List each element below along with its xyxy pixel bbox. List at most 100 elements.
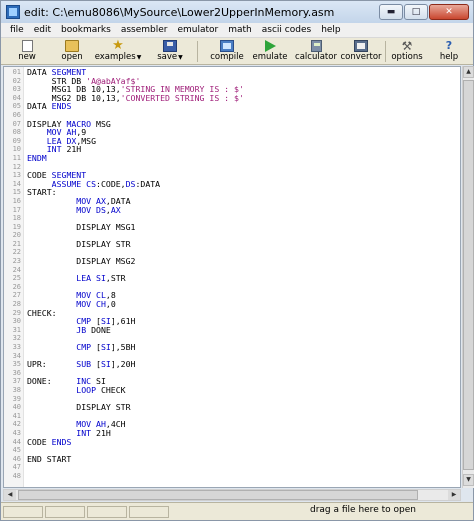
menu-math[interactable]: math — [223, 25, 257, 35]
line-number: 17 — [12, 205, 21, 214]
code-line: 47 — [4, 463, 460, 472]
code-line: 46 END START — [4, 455, 460, 464]
code-line: 17 MOV DS,AX — [4, 205, 460, 215]
code-text: ENDM — [27, 152, 47, 163]
line-number: 21 — [12, 239, 21, 248]
code-text: DATA ENDS — [27, 101, 72, 112]
line-number: 35 — [12, 360, 21, 369]
code-line: 05 DATA ENDS — [4, 102, 460, 111]
line-number: 40 — [12, 403, 21, 412]
line-number: 45 — [12, 446, 21, 455]
scroll-left-arrow-icon[interactable]: ◀ — [4, 490, 16, 500]
vertical-scrollbar[interactable]: ▲ ▼ — [462, 66, 474, 488]
code-text: DISPLAY STR — [27, 402, 131, 413]
code-text: DISPLAY MSG2 — [27, 256, 136, 267]
floppy-disk-icon — [163, 40, 177, 52]
line-number: 46 — [12, 454, 21, 463]
window-title: edit: C:\emu8086\MySource\Lower2UpperInM… — [24, 5, 335, 19]
save-button[interactable]: save▼ — [155, 39, 185, 64]
code-line: 31 JB DONE — [4, 326, 460, 335]
code-text: DISPLAY STR — [27, 238, 131, 249]
menu-help[interactable]: help — [316, 25, 345, 35]
examples-label-row: examples▼ — [95, 52, 142, 63]
help-label: help — [439, 52, 459, 62]
code-text: CMP [SI],5BH — [76, 342, 136, 352]
code-line: 35 UPR: SUB [SI],20H — [4, 360, 460, 369]
options-button[interactable]: ⚒ options — [390, 39, 424, 64]
compile-button[interactable]: compile — [208, 39, 246, 64]
menu-edit[interactable]: edit — [29, 25, 56, 35]
scroll-up-arrow-icon[interactable]: ▲ — [463, 66, 474, 78]
line-number: 47 — [12, 463, 21, 472]
menu-file[interactable]: file — [5, 25, 29, 35]
code-text: JB DONE — [76, 324, 111, 335]
code-text: LOOP CHECK — [76, 384, 126, 395]
minimize-button[interactable]: ▬ — [379, 4, 403, 20]
line-number: 16 — [12, 196, 21, 205]
editor-window: edit: C:\emu8086\MySource\Lower2UpperInM… — [0, 0, 474, 521]
title-bar: edit: C:\emu8086\MySource\Lower2UpperInM… — [1, 1, 473, 23]
code-line: 21 DISPLAY STR — [4, 240, 460, 249]
chevron-down-icon: ▼ — [178, 54, 183, 61]
scroll-right-arrow-icon[interactable]: ▶ — [448, 490, 460, 500]
line-number: 25 — [12, 274, 21, 283]
line-number: 32 — [12, 334, 21, 343]
code-line: 10 INT 21H — [4, 145, 460, 154]
open-button[interactable]: open — [57, 39, 87, 64]
code-line: 45 — [4, 446, 460, 455]
horizontal-scrollbar[interactable]: ◀ ▶ — [3, 489, 461, 501]
code-editor[interactable]: 01 DATA SEGMENT 02 STR DB 'A@abAYaf$' 03 MS… — [3, 66, 461, 488]
calculator-label: calculator — [295, 52, 337, 62]
menu-ascii-codes[interactable]: ascii codes — [257, 25, 316, 35]
line-number: 24 — [12, 265, 21, 274]
calculator-button[interactable]: calculator — [294, 39, 338, 64]
examples-label: examples — [94, 52, 136, 62]
play-triangle — [264, 40, 276, 52]
line-number: 38 — [12, 385, 21, 394]
help-icon: ? — [445, 39, 453, 52]
help-button[interactable]: ? help — [435, 39, 463, 64]
maximize-button[interactable]: □ — [404, 4, 428, 20]
close-button[interactable]: ✕ — [429, 4, 469, 20]
code-line: 48 — [4, 472, 460, 481]
convertor-button[interactable]: convertor — [340, 39, 382, 64]
code-text: DISPLAY MSG1 — [27, 221, 136, 232]
horizontal-scroll-thumb[interactable] — [18, 490, 418, 500]
line-number: 07 — [12, 119, 21, 128]
line-number: 42 — [12, 420, 21, 429]
code-line: 43 INT 21H — [4, 429, 460, 438]
open-label: open — [61, 52, 83, 62]
examples-button[interactable]: ★ examples▼ — [95, 38, 142, 64]
star-icon: ★ — [112, 38, 124, 53]
line-number: 48 — [12, 471, 21, 480]
code-line: 04 MSG2 DB 10,13,'CONVERTED STRING IS : … — [4, 93, 460, 103]
status-cell — [45, 506, 85, 518]
code-text: END START — [27, 453, 72, 464]
line-number: 29 — [12, 308, 21, 317]
line-number: 20 — [12, 231, 21, 240]
menu-emulator[interactable]: emulator — [172, 25, 223, 35]
vertical-scroll-thumb[interactable] — [463, 80, 474, 470]
line-number: 44 — [12, 437, 21, 446]
line-number: 18 — [12, 214, 21, 223]
open-folder-icon — [65, 40, 79, 52]
menu-bookmarks[interactable]: bookmarks — [56, 25, 116, 35]
menu-assembler[interactable]: assembler — [116, 25, 173, 35]
emulate-button[interactable]: emulate — [251, 39, 289, 64]
new-file-icon — [21, 40, 33, 52]
options-label: options — [391, 52, 423, 62]
line-number: 04 — [12, 93, 21, 102]
line-number: 09 — [12, 136, 21, 145]
code-line: 11 ENDM — [4, 154, 460, 163]
line-number: 23 — [12, 257, 21, 266]
scroll-down-arrow-icon[interactable]: ▼ — [463, 474, 474, 486]
code-line: 28 MOV CH,0 — [4, 300, 460, 309]
line-number: 33 — [12, 343, 21, 351]
compile-icon — [220, 40, 234, 52]
play-icon — [264, 40, 276, 52]
new-button[interactable]: new — [15, 39, 39, 64]
code-line: 23 DISPLAY MSG2 — [4, 257, 460, 266]
code-text: UPR: SUB [SI],20H — [27, 359, 136, 370]
